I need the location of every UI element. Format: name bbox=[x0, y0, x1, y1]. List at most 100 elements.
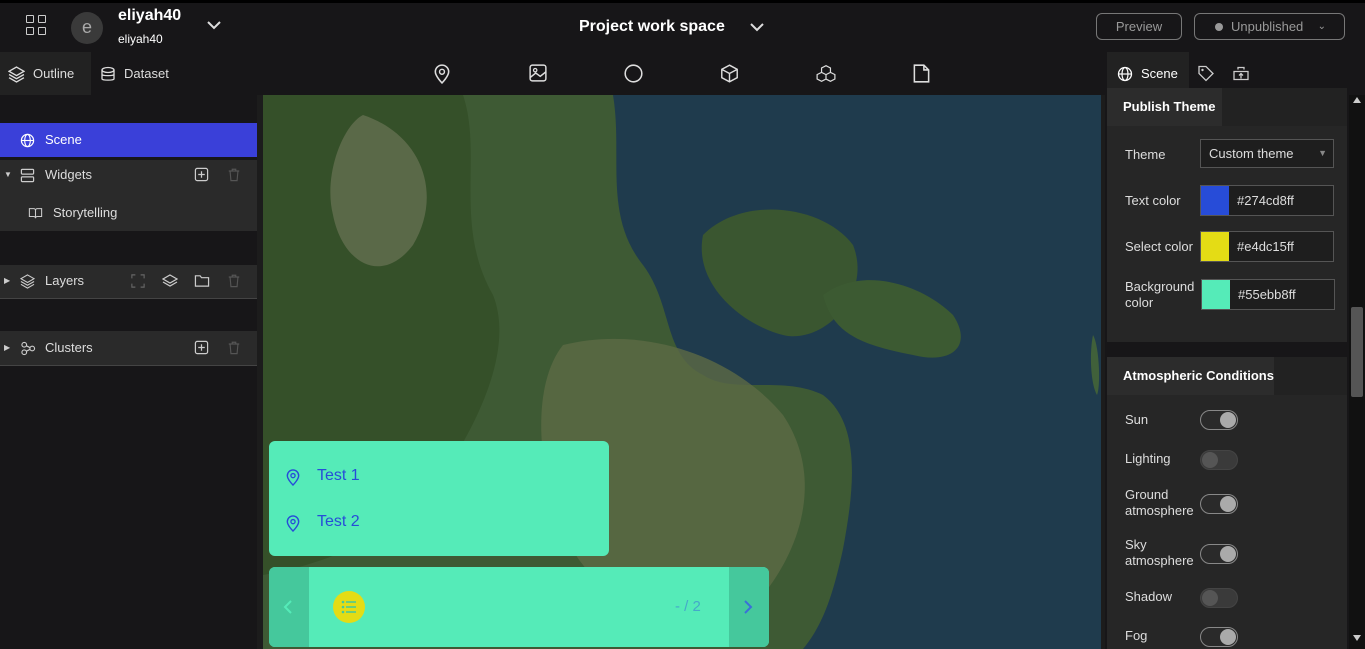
add-layer-icon[interactable] bbox=[162, 273, 178, 289]
publish-theme-section: Theme Custom theme ▼ Text color #274cd8f… bbox=[1107, 126, 1347, 342]
caret-right-icon[interactable]: ▶ bbox=[4, 333, 10, 363]
layers-label: Layers bbox=[45, 273, 85, 288]
ground-atmosphere-toggle[interactable] bbox=[1200, 494, 1238, 514]
select-color-value: #e4dc15ff bbox=[1237, 239, 1294, 254]
tab-outline[interactable]: Outline bbox=[0, 52, 91, 95]
scrollbar-thumb[interactable] bbox=[1351, 307, 1363, 397]
publish-status-label: Unpublished bbox=[1231, 19, 1304, 34]
text-color-field[interactable]: #274cd8ff bbox=[1200, 185, 1334, 216]
next-button[interactable] bbox=[729, 567, 769, 647]
story-menu-button[interactable] bbox=[333, 591, 365, 623]
trash-icon[interactable] bbox=[227, 340, 241, 355]
divider bbox=[0, 298, 257, 299]
file-icon[interactable] bbox=[913, 64, 930, 83]
chevron-down-icon[interactable] bbox=[748, 19, 766, 35]
map-pin-icon bbox=[286, 515, 300, 532]
project-title: Project work space bbox=[579, 18, 725, 35]
trash-icon[interactable] bbox=[227, 167, 241, 182]
sky-atmosphere-toggle[interactable] bbox=[1200, 544, 1238, 564]
scene-label: Scene bbox=[45, 132, 82, 147]
toggle-knob bbox=[1220, 412, 1236, 428]
select-area-icon[interactable] bbox=[131, 274, 145, 288]
select-color-swatch[interactable] bbox=[1201, 232, 1229, 261]
add-icon[interactable] bbox=[194, 340, 209, 355]
property-panel: Scene Publish Theme Theme Custom theme ▼… bbox=[1105, 52, 1365, 649]
theme-select-value: Custom theme bbox=[1209, 146, 1294, 161]
atmosphere-section: Sun Lighting Ground atmosphere Sky atmos… bbox=[1107, 395, 1347, 649]
trash-icon[interactable] bbox=[227, 273, 241, 288]
add-tools-toolbar bbox=[257, 52, 1105, 95]
outline-scene-item[interactable]: Scene bbox=[0, 123, 257, 157]
chevron-down-icon[interactable] bbox=[206, 17, 222, 33]
clusters-label: Clusters bbox=[45, 340, 93, 355]
atmosphere-title: Atmospheric Conditions bbox=[1107, 357, 1274, 395]
shadow-toggle[interactable] bbox=[1200, 588, 1238, 608]
publish-theme-header: Publish Theme bbox=[1107, 88, 1347, 126]
add-icon[interactable] bbox=[194, 167, 209, 182]
theme-select[interactable]: Custom theme ▼ bbox=[1200, 139, 1334, 168]
list-icon bbox=[341, 600, 356, 614]
tag-icon[interactable] bbox=[1198, 65, 1214, 82]
map-viewport[interactable] bbox=[263, 95, 1101, 649]
caret-down-icon[interactable]: ▼ bbox=[4, 160, 12, 190]
map-pin-icon[interactable] bbox=[433, 64, 451, 84]
caret-right-icon[interactable]: ▶ bbox=[4, 266, 10, 296]
satellite-map-image bbox=[263, 95, 1101, 649]
scroll-down-icon[interactable] bbox=[1353, 635, 1361, 641]
folder-icon[interactable] bbox=[194, 273, 210, 288]
prev-button[interactable] bbox=[269, 567, 309, 647]
toggle-knob bbox=[1202, 590, 1218, 606]
cubes-icon[interactable] bbox=[816, 64, 836, 83]
globe-icon bbox=[20, 133, 35, 148]
text-color-value: #274cd8ff bbox=[1237, 193, 1294, 208]
story-item[interactable]: Test 2 bbox=[286, 513, 360, 532]
text-color-swatch[interactable] bbox=[1201, 186, 1229, 215]
tab-dataset[interactable]: Dataset bbox=[91, 52, 191, 95]
chevron-down-icon: ⌄ bbox=[1317, 21, 1326, 32]
globe-icon bbox=[1117, 66, 1133, 82]
clusters-row[interactable]: ▶ Clusters bbox=[0, 333, 257, 363]
story-item[interactable]: Test 1 bbox=[286, 467, 360, 486]
storytelling-row[interactable]: Storytelling bbox=[0, 198, 257, 228]
image-icon[interactable] bbox=[529, 64, 547, 82]
toggle-knob bbox=[1202, 452, 1218, 468]
chevron-right-icon bbox=[744, 600, 753, 614]
layers-icon bbox=[20, 274, 35, 289]
publish-status-button[interactable]: Unpublished ⌄ bbox=[1194, 13, 1345, 40]
toggle-knob bbox=[1220, 629, 1236, 645]
publish-theme-title: Publish Theme bbox=[1107, 88, 1222, 126]
avatar[interactable]: e bbox=[71, 12, 103, 44]
fog-label: Fog bbox=[1125, 628, 1148, 643]
apps-grid-icon[interactable] bbox=[26, 15, 46, 35]
widgets-row[interactable]: ▼ Widgets bbox=[0, 160, 257, 190]
circle-icon[interactable] bbox=[624, 64, 643, 83]
fog-toggle[interactable] bbox=[1200, 627, 1238, 647]
caret-down-icon: ▼ bbox=[1318, 148, 1327, 158]
sun-toggle[interactable] bbox=[1200, 410, 1238, 430]
lighting-toggle[interactable] bbox=[1200, 450, 1238, 470]
chevron-left-icon bbox=[283, 600, 292, 614]
background-color-label: Background color bbox=[1125, 279, 1195, 310]
layers-section: ▶ Layers bbox=[0, 265, 257, 298]
preview-button[interactable]: Preview bbox=[1096, 13, 1182, 40]
left-tabs: Outline Dataset bbox=[0, 52, 257, 95]
cube-icon[interactable] bbox=[720, 64, 739, 83]
map-pin-icon bbox=[286, 469, 300, 486]
publish-icon[interactable] bbox=[1232, 65, 1250, 82]
ground-atmosphere-label: Ground atmosphere bbox=[1125, 487, 1194, 518]
lighting-label: Lighting bbox=[1125, 451, 1171, 466]
page-counter: - / 2 bbox=[675, 598, 701, 615]
background-color-field[interactable]: #55ebb8ff bbox=[1201, 279, 1335, 310]
database-icon bbox=[101, 66, 115, 81]
shadow-label: Shadow bbox=[1125, 589, 1172, 604]
background-color-swatch[interactable] bbox=[1202, 280, 1230, 309]
layers-row[interactable]: ▶ Layers bbox=[0, 266, 257, 296]
scroll-up-icon[interactable] bbox=[1353, 97, 1361, 103]
sun-label: Sun bbox=[1125, 412, 1149, 427]
panel-scrollbar[interactable] bbox=[1349, 95, 1365, 649]
widgets-section: ▼ Widgets Storytelling bbox=[0, 160, 257, 231]
tab-scene-label: Scene bbox=[1141, 66, 1178, 81]
select-color-field[interactable]: #e4dc15ff bbox=[1200, 231, 1334, 262]
layers-icon bbox=[8, 66, 25, 83]
tab-outline-label: Outline bbox=[33, 66, 75, 81]
